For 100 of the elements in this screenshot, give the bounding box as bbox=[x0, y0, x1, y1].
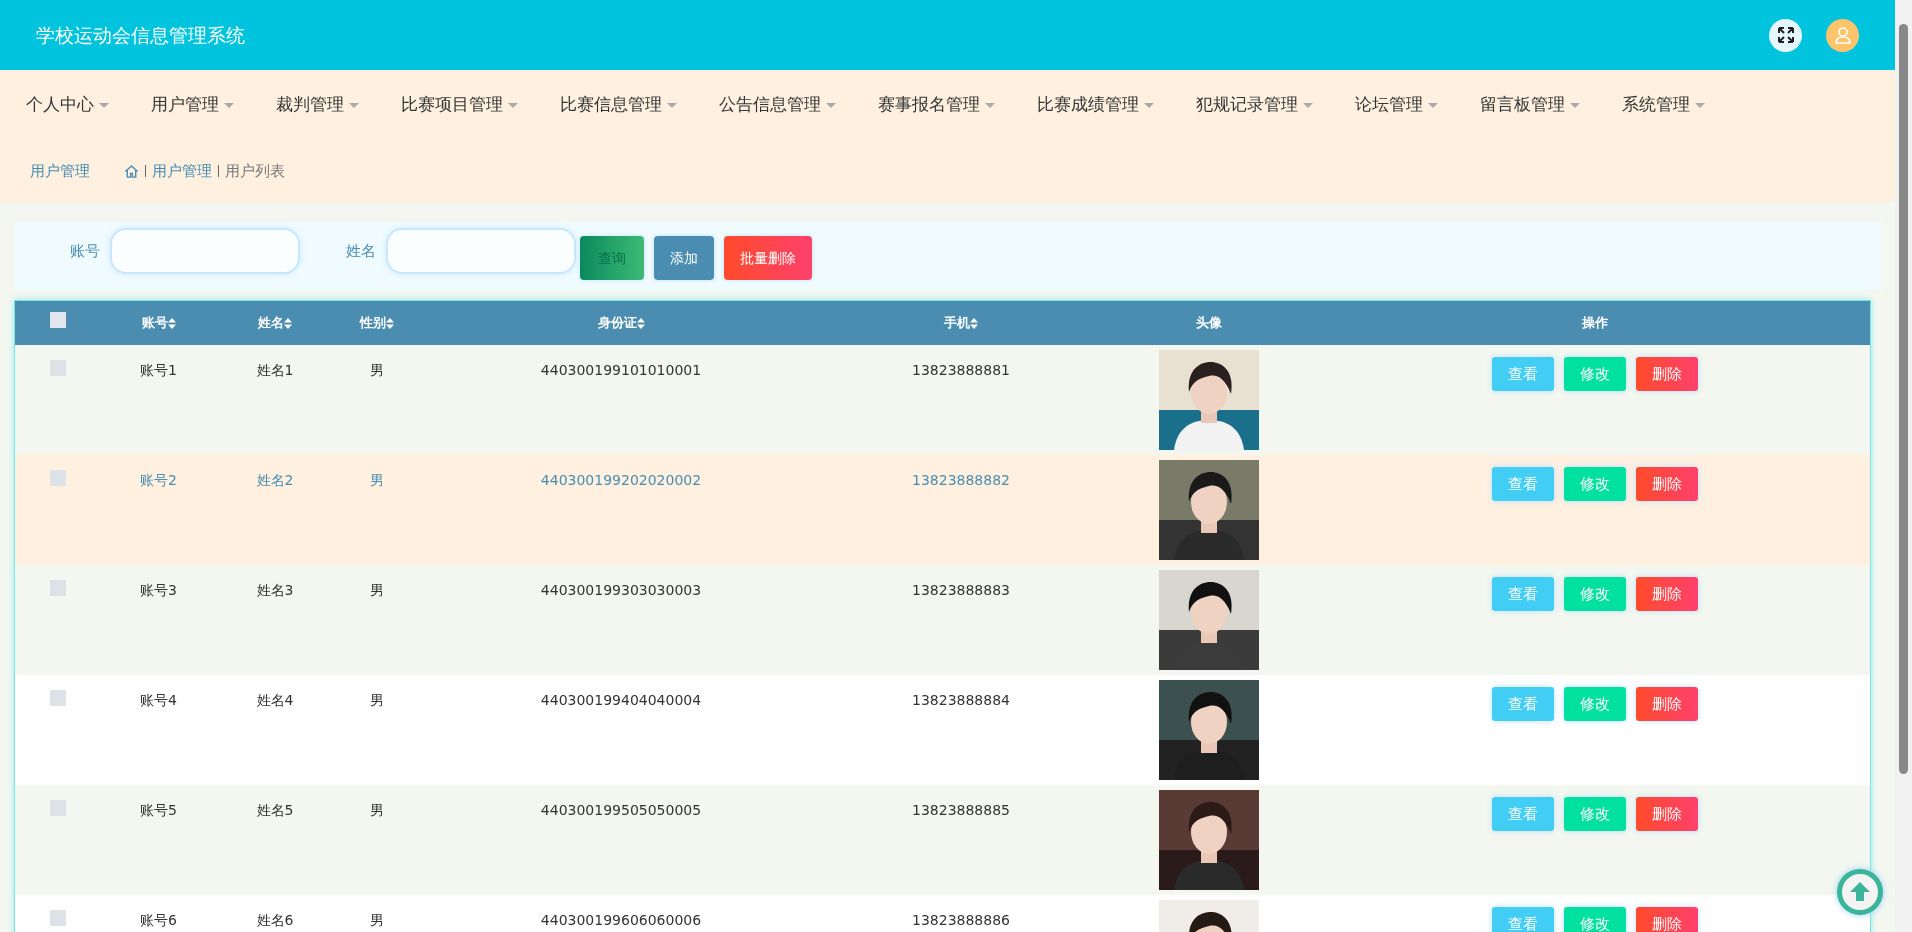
menu-item[interactable]: 个人中心 bbox=[26, 92, 109, 118]
view-button[interactable]: 查看 bbox=[1491, 687, 1554, 721]
checkbox[interactable] bbox=[50, 312, 66, 329]
table-row[interactable]: 账号4 姓名4 男 440300199404040004 13823888884 查看 修改 删除 bbox=[15, 675, 1870, 785]
sort-icon[interactable] bbox=[167, 317, 176, 329]
table-cell: 13823888881 bbox=[912, 362, 1010, 378]
menu-item[interactable]: 比赛信息管理 bbox=[560, 92, 677, 118]
caret-icon bbox=[99, 102, 109, 108]
sort-icon[interactable] bbox=[284, 317, 292, 329]
column-header[interactable]: 姓名 bbox=[258, 313, 284, 333]
table-cell: 姓名6 bbox=[256, 912, 294, 928]
sort-icon[interactable] bbox=[385, 317, 394, 329]
table-cell: 13823888885 bbox=[912, 802, 1010, 818]
menu-item[interactable]: 论坛管理 bbox=[1355, 92, 1438, 118]
table-cell: 账号4 bbox=[140, 692, 177, 708]
delete-button[interactable]: 删除 bbox=[1635, 467, 1698, 501]
add-button[interactable]: 添加 bbox=[654, 236, 714, 280]
column-header[interactable]: 手机 bbox=[944, 313, 970, 333]
arrow-up-icon bbox=[1849, 881, 1871, 903]
menu-item[interactable]: 系统管理 bbox=[1622, 92, 1705, 118]
table-cell: 账号6 bbox=[140, 912, 177, 928]
checkbox[interactable] bbox=[50, 470, 66, 486]
menu-item[interactable]: 用户管理 bbox=[151, 92, 234, 118]
caret-icon bbox=[224, 102, 234, 108]
breadcrumb-link[interactable]: 用户管理 bbox=[152, 159, 212, 183]
menu-item[interactable]: 比赛项目管理 bbox=[401, 92, 518, 118]
breadcrumb-current: 用户列表 bbox=[225, 160, 285, 182]
delete-button[interactable]: 删除 bbox=[1635, 687, 1698, 721]
delete-button[interactable]: 删除 bbox=[1635, 907, 1698, 932]
column-header: 操作 bbox=[1581, 314, 1608, 333]
table-cell: 男 bbox=[369, 802, 384, 818]
table-cell: 姓名2 bbox=[256, 472, 294, 488]
table-cell: 男 bbox=[369, 582, 384, 598]
table-cell: 440300199505050005 bbox=[540, 802, 702, 818]
menu-item[interactable]: 比赛成绩管理 bbox=[1037, 92, 1154, 118]
delete-button[interactable]: 删除 bbox=[1635, 577, 1698, 611]
table-cell: 440300199404040004 bbox=[540, 692, 702, 708]
caret-icon bbox=[1144, 102, 1154, 108]
caret-icon bbox=[1570, 102, 1580, 108]
search-field[interactable] bbox=[386, 228, 576, 274]
table-cell: 440300199606060006 bbox=[540, 912, 702, 928]
fullscreen-icon[interactable] bbox=[1769, 18, 1802, 52]
field-label: 姓名 bbox=[346, 240, 376, 262]
caret-icon bbox=[349, 102, 359, 108]
table-cell: 姓名5 bbox=[256, 802, 294, 818]
back-to-top-button[interactable] bbox=[1837, 869, 1883, 915]
delete-button[interactable]: 批量删除 bbox=[724, 236, 812, 280]
page-title: 用户管理 bbox=[30, 160, 90, 182]
caret-icon bbox=[667, 102, 677, 108]
table-cell: 13823888882 bbox=[912, 472, 1010, 488]
caret-icon bbox=[826, 102, 836, 108]
table-row[interactable]: 账号2 姓名2 男 440300199202020002 13823888882 查看 修改 删除 bbox=[15, 455, 1870, 565]
table-row[interactable]: 账号5 姓名5 男 440300199505050005 13823888885 查看 修改 删除 bbox=[15, 785, 1870, 895]
table-row[interactable]: 账号3 姓名3 男 440300199303030003 13823888883 查看 修改 删除 bbox=[15, 565, 1870, 675]
table-row[interactable]: 账号6 姓名6 男 440300199606060006 13823888886 查看 修改 删除 bbox=[15, 895, 1870, 932]
table-cell: 姓名4 bbox=[256, 692, 294, 708]
menu-item[interactable]: 裁判管理 bbox=[276, 92, 359, 118]
search-field[interactable] bbox=[110, 228, 300, 274]
column-header[interactable]: 性别 bbox=[359, 313, 386, 333]
user-icon[interactable] bbox=[1826, 18, 1859, 52]
menu-item[interactable]: 留言板管理 bbox=[1480, 92, 1580, 118]
caret-icon bbox=[1303, 102, 1313, 108]
caret-icon bbox=[985, 102, 995, 108]
column-header[interactable]: 账号 bbox=[141, 313, 168, 333]
sort-icon[interactable] bbox=[970, 317, 978, 329]
table-cell: 姓名3 bbox=[256, 582, 294, 598]
menu-item[interactable]: 犯规记录管理 bbox=[1196, 92, 1313, 118]
view-button[interactable]: 查看 bbox=[1491, 907, 1554, 932]
column-header: 头像 bbox=[1196, 314, 1222, 333]
home-icon[interactable] bbox=[124, 163, 139, 179]
table-cell: 440300199303030003 bbox=[540, 582, 702, 598]
table-cell: 440300199101010001 bbox=[540, 362, 702, 378]
column-header[interactable]: 身份证 bbox=[597, 313, 637, 333]
table-cell: 男 bbox=[369, 472, 384, 488]
checkbox[interactable] bbox=[50, 690, 66, 706]
table-cell: 13823888886 bbox=[912, 912, 1010, 928]
caret-icon bbox=[1695, 102, 1705, 108]
delete-button[interactable]: 删除 bbox=[1635, 797, 1698, 831]
field-label: 账号 bbox=[70, 240, 100, 262]
table-cell: 账号1 bbox=[140, 362, 177, 378]
table-cell: 账号2 bbox=[140, 472, 177, 488]
view-button[interactable]: 查看 bbox=[1491, 467, 1554, 501]
menu-item[interactable]: 赛事报名管理 bbox=[878, 92, 995, 118]
table-cell: 男 bbox=[369, 692, 384, 708]
scrollbar[interactable] bbox=[1895, 0, 1912, 932]
table-cell: 男 bbox=[369, 362, 384, 378]
app-title: 学校运动会信息管理系统 bbox=[36, 22, 245, 48]
table-cell: 13823888883 bbox=[912, 582, 1010, 598]
menu-item[interactable]: 公告信息管理 bbox=[719, 92, 836, 118]
checkbox[interactable] bbox=[50, 910, 66, 926]
table-cell: 账号3 bbox=[140, 582, 177, 598]
sort-icon[interactable] bbox=[636, 317, 645, 329]
table-cell: 13823888884 bbox=[912, 692, 1010, 708]
delete-button[interactable]: 删除 bbox=[1635, 357, 1698, 391]
caret-icon bbox=[508, 102, 518, 108]
table-row[interactable]: 账号1 姓名1 男 440300199101010001 13823888881 查看 修改 删除 bbox=[15, 345, 1870, 455]
view-button[interactable]: 查看 bbox=[1491, 797, 1554, 831]
view-button[interactable]: 查看 bbox=[1491, 357, 1554, 391]
table-cell: 姓名1 bbox=[256, 362, 294, 378]
view-button[interactable]: 查看 bbox=[1491, 577, 1554, 611]
